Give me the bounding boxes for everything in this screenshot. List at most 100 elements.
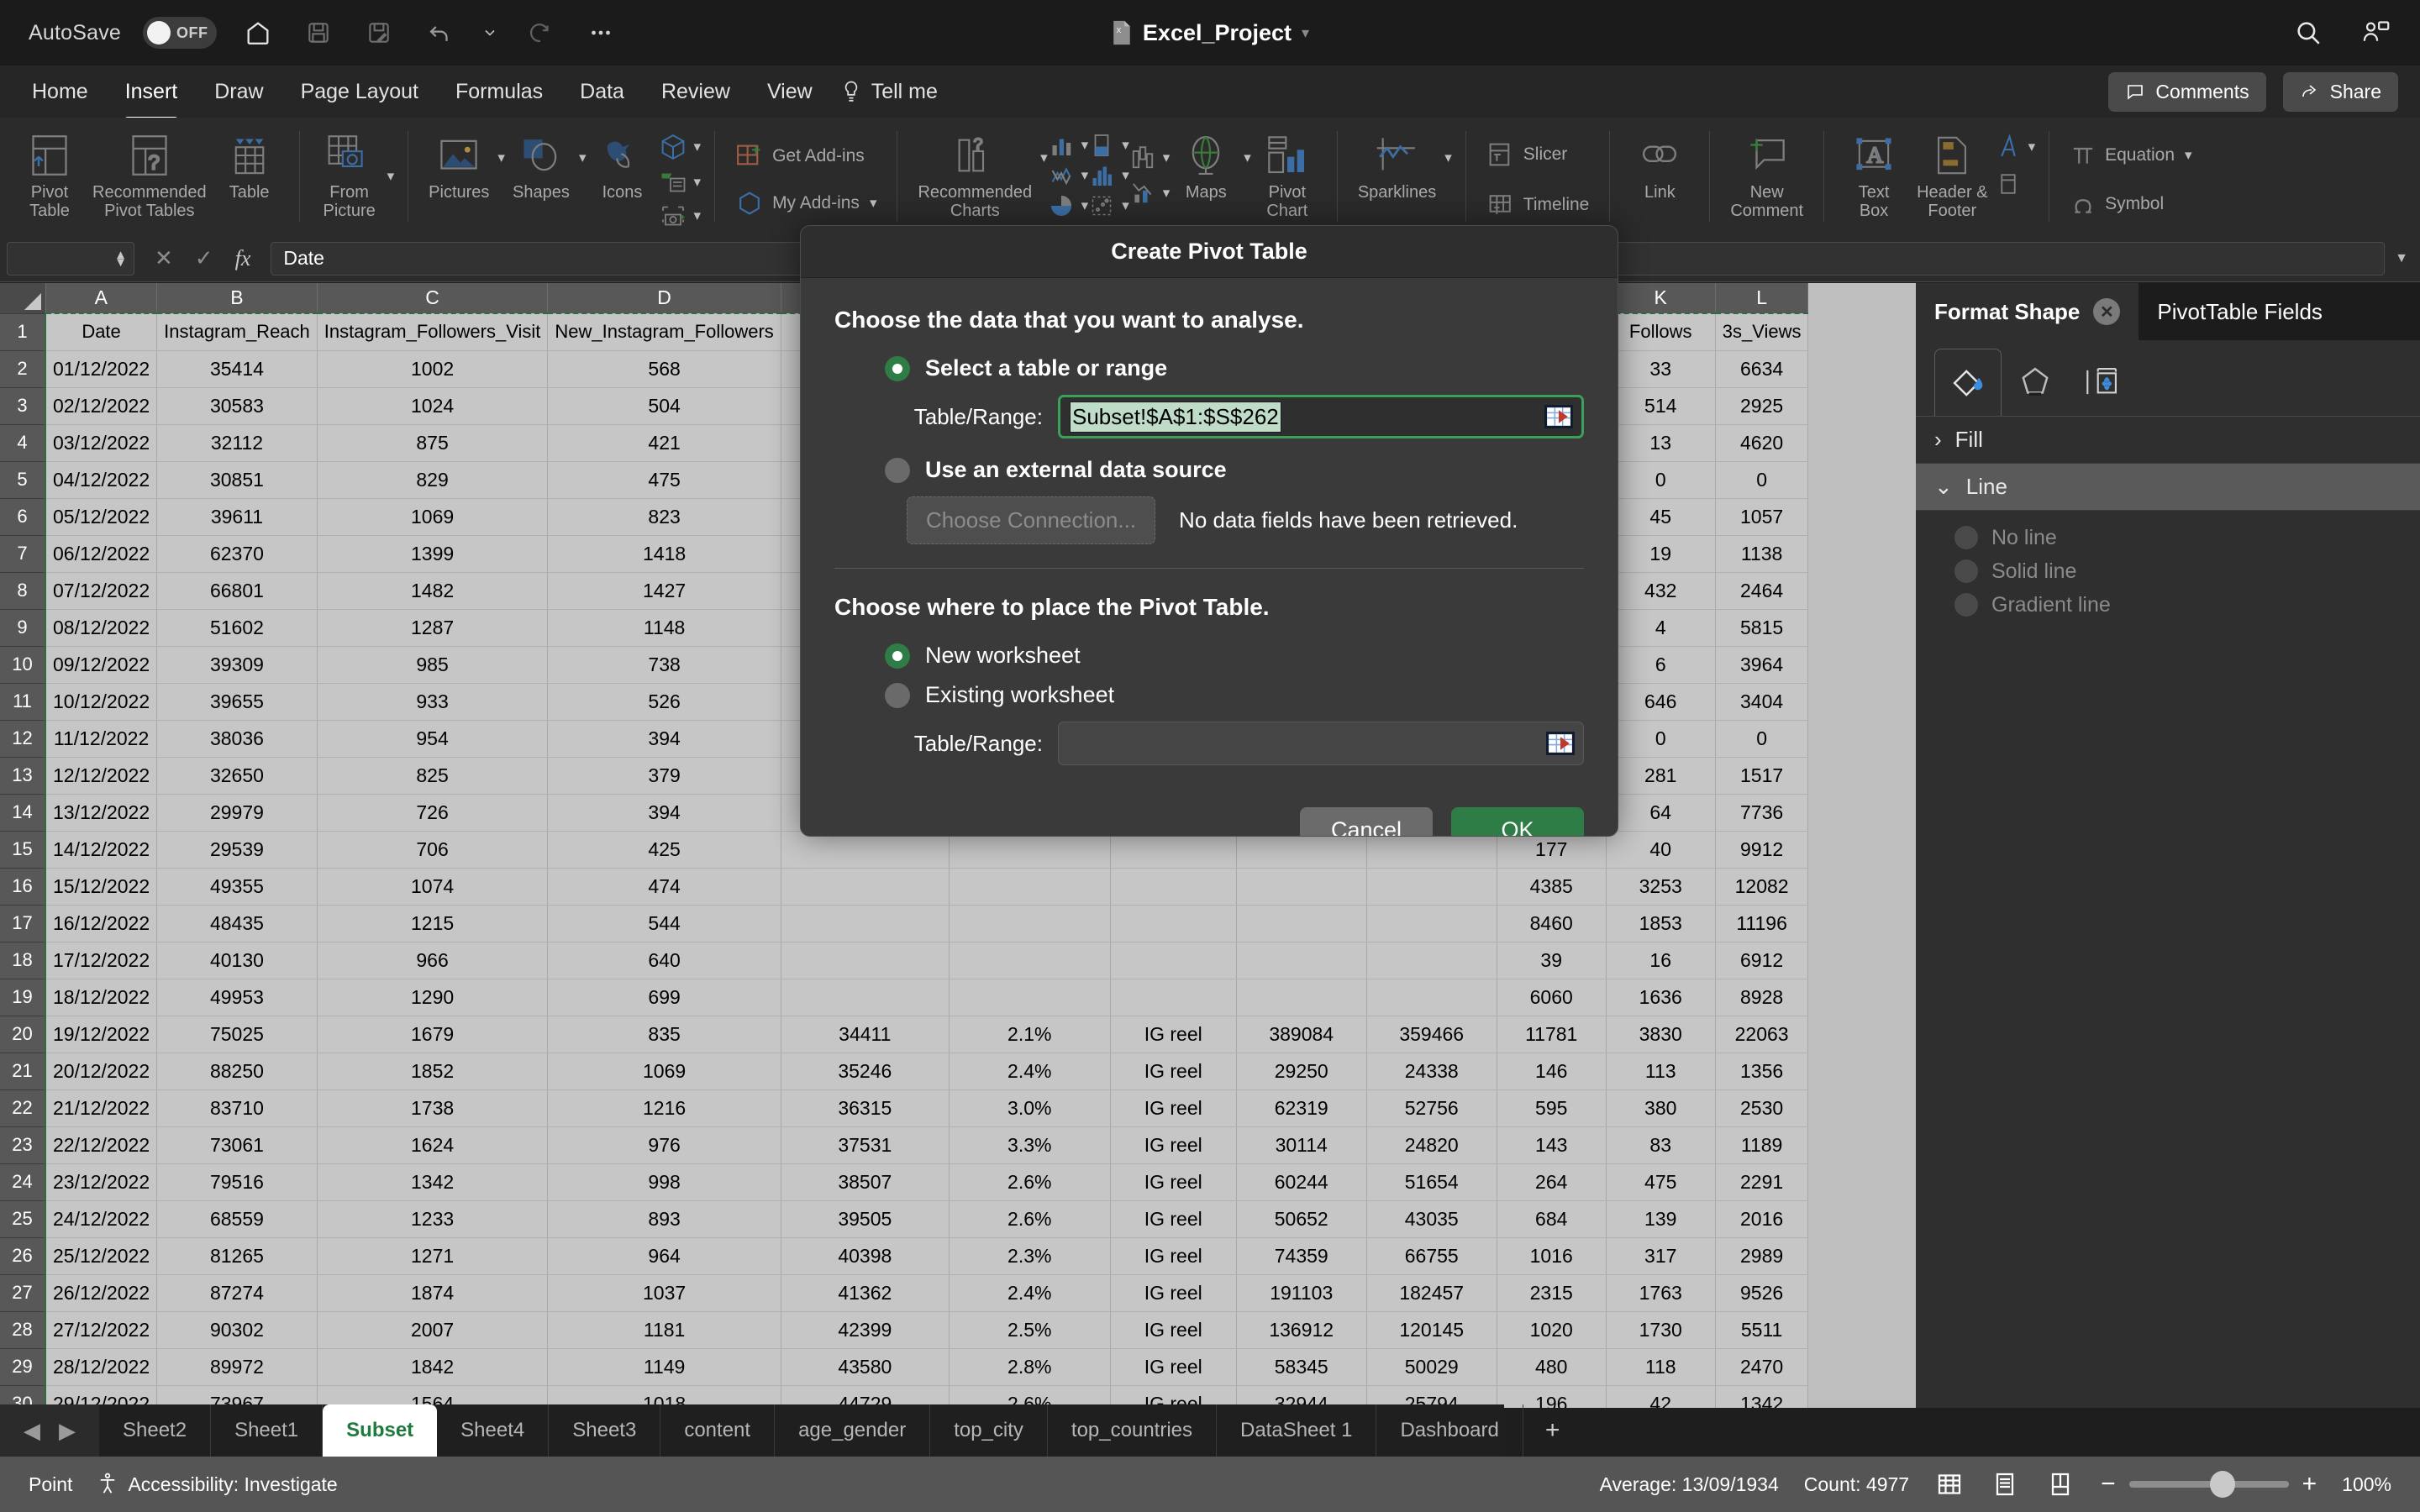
column-chart-chevron-down-icon[interactable]: ▾ (1081, 137, 1089, 154)
grid-cell[interactable]: 389084 (1236, 1016, 1367, 1053)
grid-cell[interactable]: 646 (1606, 683, 1716, 721)
grid-cell[interactable]: 933 (317, 683, 549, 721)
histogram-chevron-down-icon[interactable]: ▾ (1122, 167, 1129, 184)
page-break-view-icon[interactable] (2045, 1469, 2075, 1499)
grid-cell[interactable]: 9912 (1715, 831, 1809, 869)
grid-cell[interactable]: 39 (1497, 942, 1607, 979)
signature-line-row[interactable] (1995, 170, 2036, 198)
my-addins-button[interactable]: My Add-ins ▾ (729, 184, 883, 223)
grid-cell[interactable]: 51602 (156, 609, 318, 647)
grid-cell[interactable]: 1189 (1715, 1126, 1809, 1164)
grid-cell[interactable]: 568 (547, 350, 781, 388)
grid-cell[interactable]: 11/12/2022 (45, 720, 158, 758)
pictures-chevron-down-icon[interactable]: ▾ (497, 150, 505, 166)
search-icon[interactable] (2289, 13, 2328, 52)
grid-cell[interactable]: 1016 (1497, 1237, 1607, 1275)
grid-cell[interactable]: 81265 (156, 1237, 318, 1275)
sparklines-button[interactable]: Sparklines (1351, 126, 1443, 207)
row-header[interactable]: 26 (0, 1237, 46, 1275)
grid-cell[interactable]: 34411 (781, 1016, 950, 1053)
grid-cell[interactable]: 825 (317, 757, 549, 795)
grid-cell[interactable]: 317 (1606, 1237, 1716, 1275)
grid-cell[interactable]: 83 (1606, 1126, 1716, 1164)
grid-cell[interactable]: 2925 (1715, 387, 1809, 425)
row-header[interactable]: 6 (0, 498, 46, 536)
fill-bucket-icon[interactable] (1934, 349, 2002, 416)
grid-cell[interactable]: 6912 (1715, 942, 1809, 979)
grid-cell[interactable]: 38507 (781, 1163, 950, 1201)
grid-cell[interactable]: 136912 (1236, 1311, 1367, 1349)
grid-cell[interactable]: 42 (1606, 1385, 1716, 1408)
grid-cell[interactable]: 113 (1606, 1053, 1716, 1090)
grid-cell[interactable]: 143 (1497, 1126, 1607, 1164)
close-icon[interactable]: ✕ (2093, 298, 2121, 325)
grid-cell[interactable]: 5511 (1715, 1311, 1809, 1349)
table-row[interactable]: 23 22/12/2022 73061 1624 976 37531 3.3% IG reel… (0, 1126, 1809, 1164)
grid-cell[interactable]: 3.0% (949, 1089, 1111, 1127)
grid-cell[interactable]: 38036 (156, 720, 318, 758)
column-header-b[interactable]: B (156, 283, 318, 314)
grid-cell[interactable]: 0 (1606, 461, 1716, 499)
grid-cell[interactable]: 1138 (1715, 535, 1809, 573)
sheet-tab-datasheet-1[interactable]: DataSheet 1 (1217, 1404, 1377, 1457)
grid-cell[interactable]: 39505 (781, 1200, 950, 1238)
grid-cell[interactable]: 1730 (1606, 1311, 1716, 1349)
grid-cell[interactable]: 73061 (156, 1126, 318, 1164)
grid-cell[interactable]: 21/12/2022 (45, 1089, 158, 1127)
grid-cell[interactable]: 33 (1606, 350, 1716, 388)
radio-no-line[interactable] (1954, 526, 1978, 549)
grid-cell[interactable]: 50029 (1366, 1348, 1497, 1386)
row-header[interactable]: 3 (0, 387, 46, 425)
sheet-tab-top-countries[interactable]: top_countries (1048, 1404, 1217, 1457)
cancel-icon[interactable]: ✕ (155, 245, 173, 271)
grid-cell[interactable]: IG reel (1110, 1053, 1237, 1090)
grid-cell[interactable]: 0 (1715, 720, 1809, 758)
grid-cell[interactable]: 893 (547, 1200, 781, 1238)
grid-cell[interactable]: 3253 (1606, 868, 1716, 906)
from-picture-button[interactable]: From Picture (313, 126, 386, 225)
grid-cell[interactable]: 29250 (1236, 1053, 1367, 1090)
pie-chart-row[interactable]: ▾ (1048, 193, 1088, 218)
waterfall-chart-chevron-down-icon[interactable]: ▾ (1163, 150, 1171, 166)
grid-cell[interactable]: 139 (1606, 1200, 1716, 1238)
grid-cell[interactable]: 43035 (1366, 1200, 1497, 1238)
sheet-tab-sheet2[interactable]: Sheet2 (99, 1404, 212, 1457)
name-box[interactable]: ▲ ▼ (7, 241, 134, 276)
grid-cell[interactable]: 1418 (547, 535, 781, 573)
grid-cell[interactable]: 64 (1606, 794, 1716, 832)
grid-cell[interactable]: 726 (317, 794, 549, 832)
grid-cell[interactable] (1366, 868, 1497, 906)
radio-gradient-line[interactable] (1954, 593, 1978, 617)
header-cell[interactable]: Instagram_Followers_Visit (317, 312, 549, 351)
maps-button[interactable]: Maps (1170, 126, 1242, 207)
account-icon[interactable] (2356, 13, 2395, 52)
grid-cell[interactable]: 2.6% (949, 1200, 1111, 1238)
text-box-button[interactable]: A Text Box (1838, 126, 1910, 225)
grid-cell[interactable]: 11196 (1715, 905, 1809, 942)
grid-cell[interactable]: 22/12/2022 (45, 1126, 158, 1164)
column-header-c[interactable]: C (317, 283, 549, 314)
grid-cell[interactable]: 48435 (156, 905, 318, 942)
table-row[interactable]: 17 16/12/2022 48435 1215 544 8460 1853 11196 (0, 905, 1809, 942)
grid-cell[interactable]: 514 (1606, 387, 1716, 425)
row-header[interactable]: 7 (0, 535, 46, 573)
grid-cell[interactable]: 1482 (317, 572, 549, 610)
option-solid-line[interactable]: Solid line (1916, 554, 2420, 588)
grid-cell[interactable]: 40130 (156, 942, 318, 979)
grid-cell[interactable]: 30583 (156, 387, 318, 425)
grid-cell[interactable]: 1020 (1497, 1311, 1607, 1349)
grid-cell[interactable]: 954 (317, 720, 549, 758)
grid-cell[interactable]: 2.3% (949, 1237, 1111, 1275)
grid-cell[interactable]: 640 (547, 942, 781, 979)
grid-cell[interactable] (949, 979, 1111, 1016)
normal-view-icon[interactable] (1934, 1469, 1965, 1499)
from-picture-chevron-down-icon[interactable]: ▾ (387, 168, 395, 185)
grid-cell[interactable] (1110, 979, 1237, 1016)
grid-cell[interactable]: 07/12/2022 (45, 572, 158, 610)
grid-cell[interactable]: 1874 (317, 1274, 549, 1312)
grid-cell[interactable]: 20/12/2022 (45, 1053, 158, 1090)
grid-cell[interactable]: 0 (1606, 720, 1716, 758)
grid-cell[interactable] (949, 868, 1111, 906)
grid-cell[interactable]: 11781 (1497, 1016, 1607, 1053)
grid-cell[interactable]: 264 (1497, 1163, 1607, 1201)
